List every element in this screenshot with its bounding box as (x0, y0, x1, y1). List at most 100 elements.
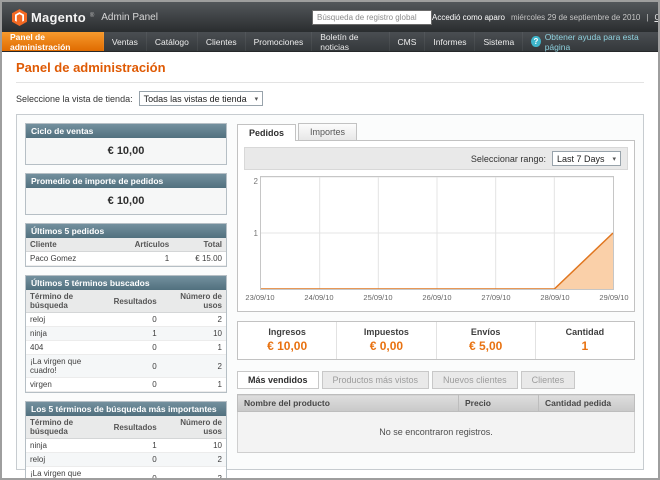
table-row[interactable]: reloj 0 2 (26, 453, 226, 467)
x-tick-label: 29/09/10 (599, 293, 628, 302)
table-row[interactable]: ninja 1 10 (26, 439, 226, 453)
range-label: Seleccionar rango: (471, 154, 546, 164)
cell-uses: 2 (161, 355, 226, 378)
dashboard: Ciclo de ventas € 10,00 Promedio de impo… (16, 114, 644, 470)
nav-item-clientes[interactable]: Clientes (198, 32, 246, 51)
magento-logo: Magento ® Admin Panel (12, 9, 162, 26)
total-value: € 0,00 (337, 339, 435, 353)
lifetime-sales-value: € 10,00 (26, 138, 226, 164)
total-label: Ingresos (238, 327, 336, 337)
help-link[interactable]: ? Obtener ayuda para esta página (523, 32, 658, 51)
table-row[interactable]: ¡La virgen que cuadro! 0 2 (26, 355, 226, 378)
store-view-label: Seleccione la vista de tienda: (16, 94, 133, 104)
products-table: Nombre del producto Precio Cantidad pedi… (237, 394, 635, 453)
nav-item-informes[interactable]: Informes (425, 32, 475, 51)
range-select[interactable]: Last 7 Days ▾ (552, 151, 621, 166)
logo-subtitle: Admin Panel (101, 12, 158, 23)
table-header-row: Cliente Artículos Total (26, 238, 226, 252)
tab-nuevos-clientes[interactable]: Nuevos clientes (432, 371, 518, 389)
content-area: Panel de administración Seleccione la vi… (2, 52, 658, 470)
lifetime-sales-card: Ciclo de ventas € 10,00 (25, 123, 227, 165)
column-header: Número de usos (161, 416, 226, 439)
nav-item-boletin[interactable]: Boletín de noticias (312, 32, 389, 51)
cell-uses: 10 (161, 439, 226, 453)
nav-item-promociones[interactable]: Promociones (246, 32, 313, 51)
card-title: Últimos 5 términos buscados (26, 276, 226, 290)
top-header: Magento ® Admin Panel Accedió como aparo… (2, 2, 658, 32)
table-row[interactable]: 404 0 1 (26, 341, 226, 355)
nav-item-dashboard[interactable]: Panel de administración (2, 32, 104, 51)
table-row[interactable]: Paco Gomez 1 € 15.00 (26, 252, 226, 266)
nav-item-sistema[interactable]: Sistema (475, 32, 523, 51)
tab-importes[interactable]: Importes (298, 123, 357, 140)
magento-logo-icon (12, 9, 27, 26)
nav-item-catalogo[interactable]: Catálogo (147, 32, 198, 51)
card-title: Últimos 5 pedidos (26, 224, 226, 238)
average-orders-value: € 10,00 (26, 188, 226, 214)
store-view-select[interactable]: Todas las vistas de tienda ▾ (139, 91, 264, 106)
x-tick-label: 24/09/10 (304, 293, 333, 302)
column-header: Nombre del producto (238, 395, 459, 412)
tab-mas-vendidos[interactable]: Más vendidos (237, 371, 319, 389)
logout-link[interactable]: Cerrar Sesión (654, 13, 660, 22)
cell-results: 0 (110, 355, 161, 378)
help-icon: ? (531, 36, 541, 47)
cell-results: 0 (110, 313, 161, 327)
empty-row: No se encontraron registros. (238, 412, 635, 453)
cell-results: 1 (110, 439, 161, 453)
column-header: Total (173, 238, 226, 252)
cell-term: reloj (26, 453, 110, 467)
range-value: Last 7 Days (557, 154, 605, 164)
page-title: Panel de administración (16, 60, 644, 83)
nav-item-cms[interactable]: CMS (390, 32, 426, 51)
empty-message: No se encontraron registros. (238, 412, 635, 453)
admin-window: Magento ® Admin Panel Accedió como aparo… (0, 0, 660, 480)
logo-text: Magento (31, 10, 86, 25)
column-header: Cantidad pedida (539, 395, 635, 412)
x-tick-label: 23/09/10 (245, 293, 274, 302)
current-date: miércoles 29 de septiembre de 2010 (511, 13, 640, 22)
chart-area-svg (261, 177, 613, 289)
cell-term: ¡La virgen que cuadro! (26, 355, 110, 378)
card-title: Los 5 términos de búsqueda más important… (26, 402, 226, 416)
cell-uses: 2 (161, 453, 226, 467)
cell-term: 404 (26, 341, 110, 355)
cell-term: ¡La virgen que cuadro! (26, 467, 110, 480)
total-impuestos: Impuestos € 0,00 (336, 322, 435, 359)
table-row[interactable]: ¡La virgen que cuadro! 0 2 (26, 467, 226, 480)
table-row[interactable]: reloj 0 2 (26, 313, 226, 327)
chevron-down-icon: ▾ (612, 155, 616, 163)
total-value: € 5,00 (437, 339, 535, 353)
cell-uses: 2 (161, 313, 226, 327)
cell-uses: 1 (161, 341, 226, 355)
cell-uses: 1 (161, 378, 226, 392)
table-row[interactable]: ninja 1 10 (26, 327, 226, 341)
total-value: € 10,00 (238, 339, 336, 353)
tab-pedidos[interactable]: Pedidos (237, 124, 296, 141)
cell-customer: Paco Gomez (26, 252, 108, 266)
table-row[interactable]: virgen 0 1 (26, 378, 226, 392)
average-orders-card: Promedio de importe de pedidos € 10,00 (25, 173, 227, 215)
card-title: Ciclo de ventas (26, 124, 226, 138)
global-search-input[interactable] (312, 10, 432, 25)
x-tick-label: 25/09/10 (363, 293, 392, 302)
logged-in-as: Accedió como aparo (432, 13, 505, 22)
card-title: Promedio de importe de pedidos (26, 174, 226, 188)
tab-productos-mas-vistos[interactable]: Productos más vistos (322, 371, 430, 389)
table-header-row: Término de búsqueda Resultados Número de… (26, 416, 226, 439)
nav-item-ventas[interactable]: Ventas (104, 32, 147, 51)
last-search-table: Término de búsqueda Resultados Número de… (26, 290, 226, 392)
cell-uses: 2 (161, 467, 226, 480)
dashboard-main: Pedidos Importes Seleccionar rango: Last… (237, 123, 635, 461)
help-label: Obtener ayuda para esta página (545, 32, 650, 52)
column-header: Precio (459, 395, 539, 412)
totals-bar: Ingresos € 10,00 Impuestos € 0,00 Envíos… (237, 321, 635, 360)
tab-clientes[interactable]: Clientes (521, 371, 576, 389)
x-tick-label: 27/09/10 (481, 293, 510, 302)
registered-mark: ® (90, 13, 94, 19)
top-search-terms-card: Los 5 términos de búsqueda más important… (25, 401, 227, 480)
store-switcher: Seleccione la vista de tienda: Todas las… (16, 83, 644, 114)
x-tick-label: 28/09/10 (540, 293, 569, 302)
column-header: Resultados (110, 416, 161, 439)
x-tick-label: 26/09/10 (422, 293, 451, 302)
